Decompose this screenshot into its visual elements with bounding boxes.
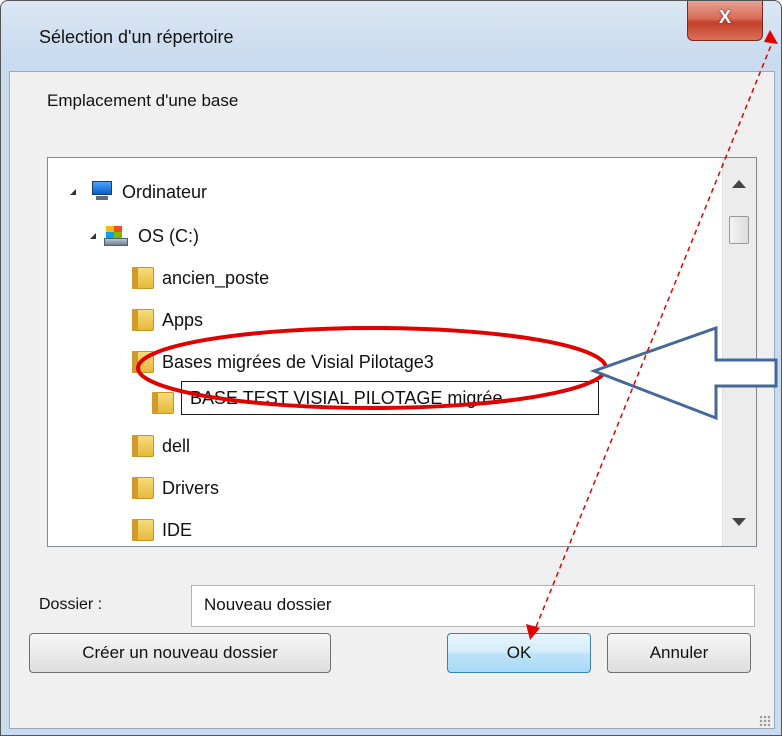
scroll-thumb[interactable] — [729, 216, 749, 244]
resize-grip-icon[interactable] — [759, 715, 771, 727]
folder-icon — [132, 351, 154, 373]
tree-item-label: OS (C:) — [138, 226, 199, 246]
tree-item-label: IDE — [162, 520, 193, 540]
drive-icon — [104, 226, 128, 246]
location-prompt: Emplacement d'une base — [47, 91, 239, 110]
folder-icon — [132, 477, 154, 499]
tree-item-os-c[interactable]: OS (C:) — [48, 216, 718, 256]
expanded-arrow-icon[interactable] — [90, 233, 96, 239]
collapsed-arrow-icon[interactable] — [110, 438, 120, 454]
tree-item-label: Apps — [162, 310, 204, 330]
new-folder-button[interactable]: Créer un nouveau dossier — [29, 633, 331, 673]
folder-tree[interactable]: Ordinateur OS (C:) ancien_poste Apps Bas… — [47, 157, 757, 547]
ok-button[interactable]: OK — [447, 633, 591, 673]
tree-item-bases-migrees[interactable]: Bases migrées de Visial Pilotage3 — [48, 342, 718, 382]
tree-item-label: ancien_poste — [162, 268, 270, 288]
collapsed-arrow-icon[interactable] — [110, 522, 120, 538]
folder-icon — [132, 267, 154, 289]
folder-icon — [132, 435, 154, 457]
folder-icon — [132, 309, 154, 331]
tree-item-drivers[interactable]: Drivers — [48, 468, 718, 508]
tree-item-ordinateur[interactable]: Ordinateur — [48, 172, 718, 212]
collapsed-arrow-icon[interactable] — [110, 480, 120, 496]
scroll-down-icon[interactable] — [732, 518, 746, 526]
tree-item-label: dell — [162, 436, 191, 456]
tree-item-ancien-poste[interactable]: ancien_poste — [48, 258, 718, 298]
folder-name-input[interactable]: Nouveau dossier — [191, 585, 755, 627]
tree-item-label: Bases migrées de Visial Pilotage3 — [162, 352, 434, 372]
directory-selection-dialog: Sélection d'un répertoire X Emplacement … — [0, 0, 782, 736]
close-button[interactable]: X — [687, 1, 763, 41]
computer-icon — [90, 181, 114, 201]
title-bar[interactable]: Sélection d'un répertoire X — [1, 1, 781, 71]
tree-item-ide[interactable]: IDE — [48, 510, 718, 546]
scroll-up-icon[interactable] — [732, 180, 746, 188]
collapsed-arrow-icon[interactable] — [110, 312, 120, 328]
cancel-button[interactable]: Annuler — [607, 633, 751, 673]
tree-item-label: Ordinateur — [122, 182, 208, 202]
folder-icon — [152, 392, 174, 414]
folder-icon — [132, 519, 154, 541]
collapsed-arrow-icon[interactable] — [110, 354, 120, 370]
window-title: Sélection d'un répertoire — [39, 27, 234, 47]
tree-item-apps[interactable]: Apps — [48, 300, 718, 340]
close-icon: X — [718, 7, 731, 27]
folder-field-label: Dossier : — [39, 596, 103, 613]
rename-folder-input[interactable]: BASE TEST VISIAL PILOTAGE migrée — [181, 381, 599, 415]
expanded-arrow-icon[interactable] — [70, 189, 76, 195]
tree-item-label: Drivers — [162, 478, 219, 498]
tree-scrollbar[interactable] — [722, 158, 756, 546]
tree-item-dell[interactable]: dell — [48, 426, 718, 466]
collapsed-arrow-icon[interactable] — [110, 270, 120, 286]
